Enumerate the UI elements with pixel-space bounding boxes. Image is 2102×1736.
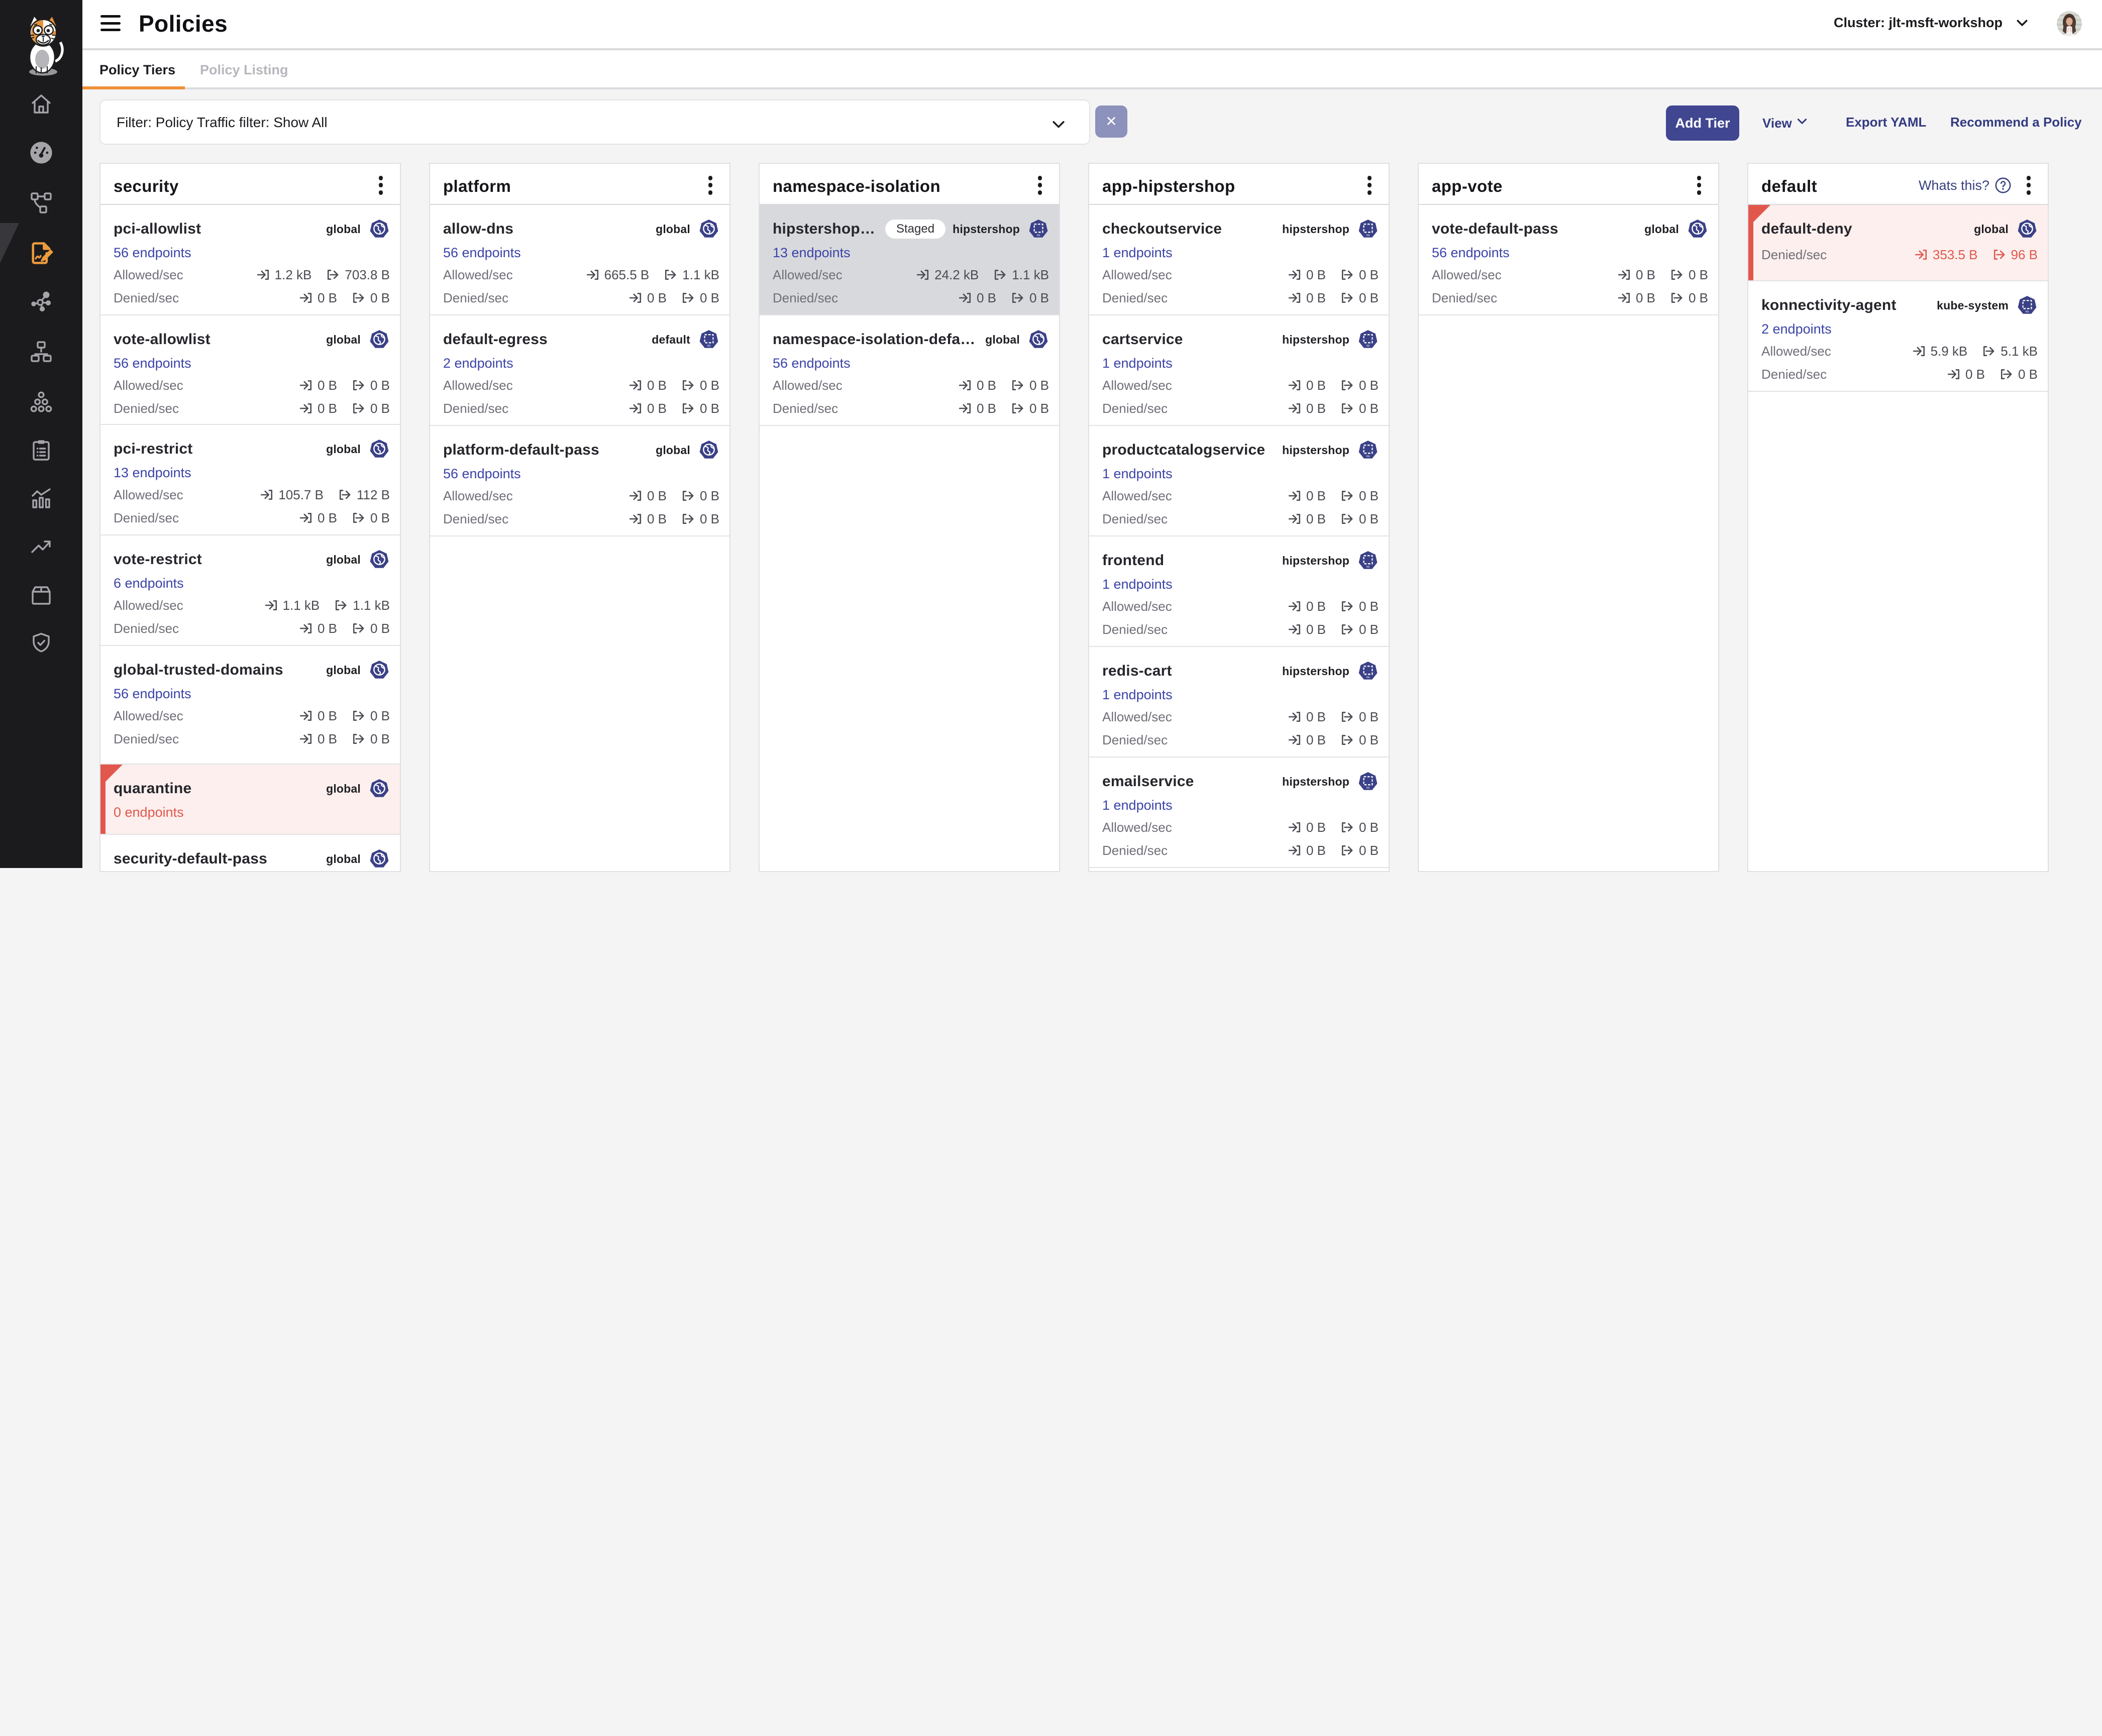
svg-text:ns: ns bbox=[1367, 344, 1370, 348]
svg-text:ns: ns bbox=[1037, 234, 1040, 237]
svg-text:ns: ns bbox=[1367, 455, 1370, 458]
svg-text:ns: ns bbox=[1367, 234, 1370, 237]
svg-text:ns: ns bbox=[1367, 565, 1370, 569]
svg-text:ns: ns bbox=[2026, 310, 2029, 313]
svg-text:ns: ns bbox=[1367, 676, 1370, 679]
svg-text:ns: ns bbox=[1367, 786, 1370, 790]
svg-text:ns: ns bbox=[707, 344, 711, 348]
